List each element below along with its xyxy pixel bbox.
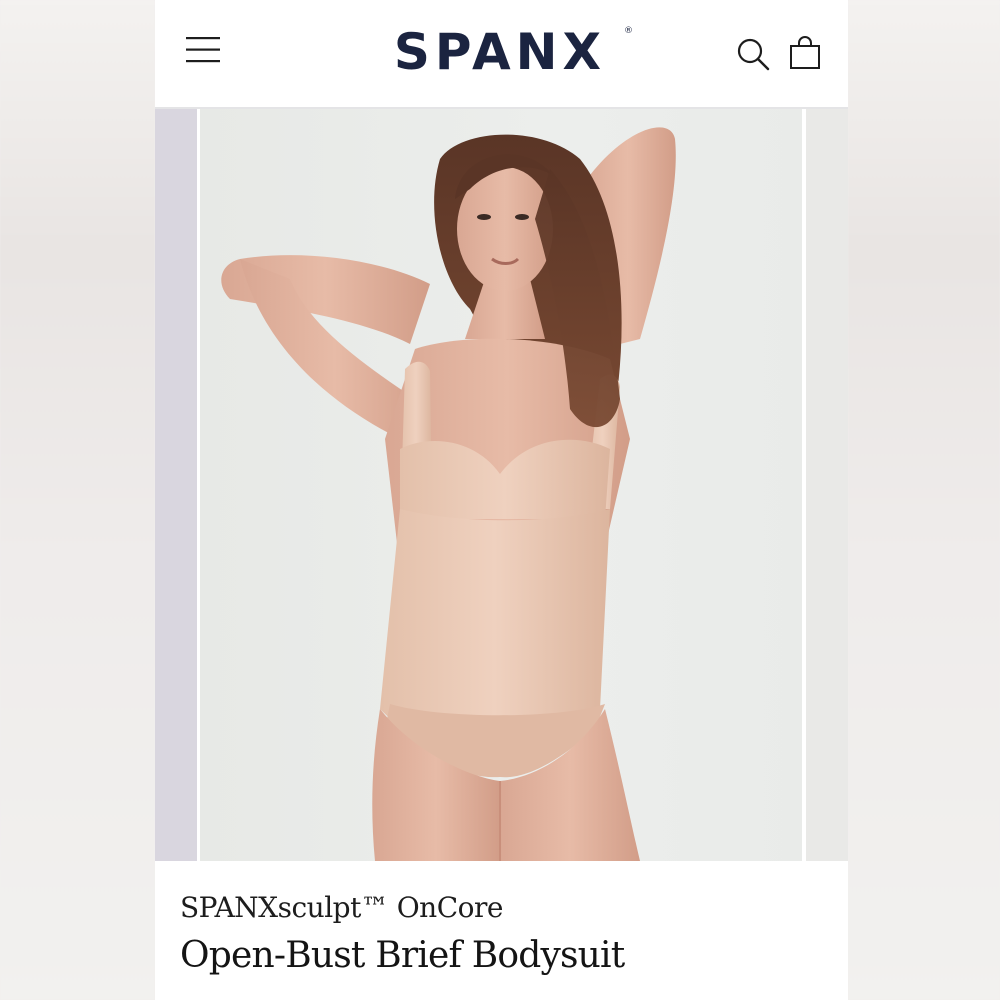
product-title: Open-Bust Brief Bodysuit xyxy=(180,935,625,976)
product-info: SPANXsculpt™ OnCore Open-Bust Brief Body… xyxy=(180,890,820,978)
product-image[interactable] xyxy=(200,109,802,861)
hamburger-menu-icon[interactable] xyxy=(186,36,220,64)
product-image-carousel[interactable] xyxy=(155,109,848,861)
registered-mark: ® xyxy=(624,26,633,36)
search-icon[interactable] xyxy=(736,37,770,71)
model-illustration xyxy=(221,127,676,861)
backdrop-left xyxy=(0,0,155,1000)
logo-text: SPANX xyxy=(393,23,607,81)
spanx-logo[interactable]: SPANX ® xyxy=(369,22,633,82)
shopping-bag-icon[interactable] xyxy=(789,36,821,70)
next-slide-peek[interactable] xyxy=(806,109,848,861)
previous-slide-peek[interactable] xyxy=(155,109,197,861)
product-collection-name: SPANXsculpt™ OnCore xyxy=(180,891,503,924)
backdrop-right xyxy=(848,0,1000,1000)
site-header: SPANX ® xyxy=(155,0,848,109)
mobile-page: SPANX ® SPANXsculpt™ OnCore Open-Bust Br… xyxy=(155,0,848,1000)
